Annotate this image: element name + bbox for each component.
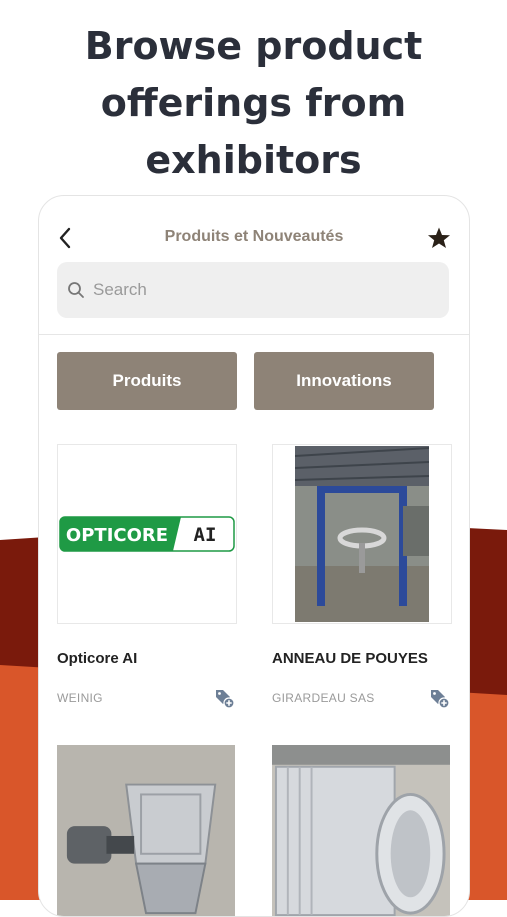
- product-meta: WEINIG: [57, 687, 237, 709]
- product-card-opticore[interactable]: OPTICORE AI Opticore AI WEINIG: [57, 444, 237, 709]
- exhibitor-name: GIRARDEAU SAS: [272, 691, 375, 705]
- header-divider: [39, 334, 469, 335]
- back-button[interactable]: [51, 224, 79, 252]
- product-card-anneau[interactable]: ANNEAU DE POUYES GIRARDEAU SAS: [272, 444, 452, 709]
- favorite-button[interactable]: [425, 224, 453, 252]
- add-tag-icon[interactable]: [428, 687, 450, 709]
- phone-frame: Produits et Nouveautés Produits Innovati…: [38, 195, 470, 917]
- search-input[interactable]: [91, 279, 435, 301]
- product-image: [57, 744, 235, 916]
- product-meta: GIRARDEAU SAS: [272, 687, 452, 709]
- product-image: [272, 744, 450, 916]
- metal-hopper-photo: [57, 745, 235, 916]
- headline: Browse product offerings from exhibitors: [84, 24, 423, 182]
- svg-text:OPTICORE: OPTICORE: [66, 525, 168, 546]
- app-header: Produits et Nouveautés: [39, 196, 469, 336]
- product-image: [272, 444, 452, 624]
- chevron-left-icon: [59, 227, 71, 249]
- page-title: Produits et Nouveautés: [164, 228, 344, 245]
- search-icon: [67, 281, 85, 299]
- product-name: ANNEAU DE POUYES: [272, 650, 428, 667]
- tab-produits[interactable]: Produits: [57, 352, 237, 410]
- product-image: OPTICORE AI: [57, 444, 237, 624]
- opticore-logo: OPTICORE AI: [59, 516, 235, 552]
- industrial-machine-photo: [295, 446, 429, 622]
- search-bar[interactable]: [57, 262, 449, 318]
- exhibitor-name: WEINIG: [57, 691, 103, 705]
- add-tag-icon[interactable]: [213, 687, 235, 709]
- svg-text:AI: AI: [194, 524, 217, 546]
- product-card-3[interactable]: [57, 744, 237, 916]
- tab-innovations[interactable]: Innovations: [254, 352, 434, 410]
- product-name: Opticore AI: [57, 650, 138, 667]
- product-card-4[interactable]: [272, 744, 452, 916]
- duct-photo: [272, 745, 450, 916]
- star-icon: [428, 227, 450, 248]
